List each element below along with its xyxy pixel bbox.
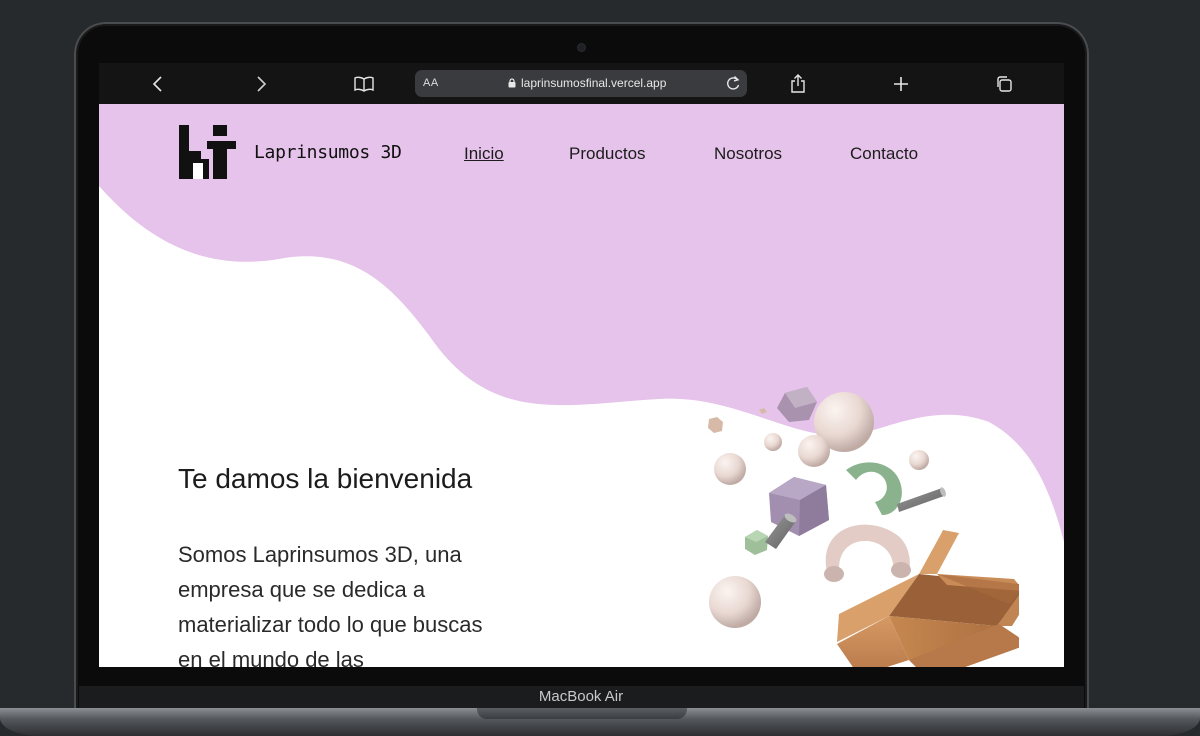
device-label: MacBook Air <box>538 688 624 705</box>
nav-link-productos[interactable]: Productos <box>569 144 646 164</box>
lock-icon <box>508 78 516 88</box>
address-bar[interactable]: AA laprinsumosfinal.vercel.app <box>415 70 747 97</box>
web-page: Laprinsumos 3D Inicio Productos Nosotros… <box>99 104 1064 667</box>
brand-logo[interactable]: Laprinsumos 3D <box>179 125 402 179</box>
url-display[interactable]: laprinsumosfinal.vercel.app <box>508 76 666 90</box>
tabs-icon[interactable] <box>991 71 1017 97</box>
nav-link-contacto[interactable]: Contacto <box>850 144 918 164</box>
hero-description: Somos Laprinsumos 3D, una empresa que se… <box>178 542 483 667</box>
hero-illustration <box>708 387 1019 667</box>
browser-toolbar: AA laprinsumosfinal.vercel.app <box>99 63 1064 104</box>
forward-icon[interactable] <box>248 71 274 97</box>
share-icon[interactable] <box>785 71 811 97</box>
brand-name: Laprinsumos 3D <box>254 141 402 163</box>
text-size-button[interactable]: AA <box>423 77 439 89</box>
back-icon[interactable] <box>145 71 171 97</box>
laptop-notch <box>477 708 687 719</box>
new-tab-icon[interactable] <box>888 71 914 97</box>
nav-link-nosotros[interactable]: Nosotros <box>714 144 782 164</box>
reload-icon[interactable] <box>725 74 741 97</box>
logo-icon <box>179 125 236 179</box>
nav-link-inicio[interactable]: Inicio <box>464 144 504 164</box>
url-text: laprinsumosfinal.vercel.app <box>521 76 667 90</box>
camera-icon <box>578 44 585 51</box>
hero-title: Te damos la bienvenida <box>178 463 473 494</box>
browser-window: AA laprinsumosfinal.vercel.app Laprinsum… <box>99 63 1064 667</box>
bookmarks-icon[interactable] <box>351 71 377 97</box>
